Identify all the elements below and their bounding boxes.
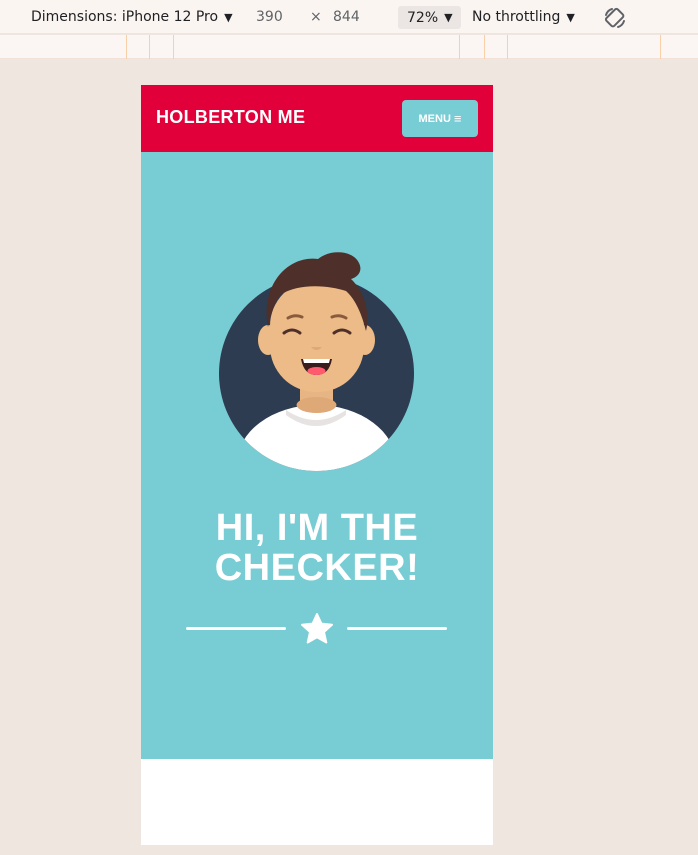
ruler-tick[interactable] bbox=[459, 35, 460, 59]
divider-line-right bbox=[347, 627, 447, 630]
avatar bbox=[219, 252, 414, 471]
viewport-height-input[interactable]: 844 bbox=[325, 6, 383, 28]
ruler-tick[interactable] bbox=[173, 35, 174, 59]
chevron-down-icon: ▼ bbox=[566, 10, 575, 24]
zoom-dropdown[interactable]: 72% ▼ bbox=[398, 6, 461, 29]
menu-button[interactable]: MENU ≡ bbox=[402, 100, 478, 137]
chevron-down-icon: ▼ bbox=[224, 10, 233, 24]
device-dimensions-label: Dimensions: iPhone 12 Pro bbox=[31, 9, 219, 25]
ruler-tick[interactable] bbox=[507, 35, 508, 59]
dimension-separator: × bbox=[310, 9, 322, 25]
star-icon bbox=[301, 613, 333, 644]
hero-title: HI, I'M THE CHECKER! bbox=[141, 508, 493, 588]
hero-title-line-2: CHECKER! bbox=[214, 547, 420, 589]
site-header: HOLBERTON ME MENU ≡ bbox=[141, 85, 493, 152]
throttling-label: No throttling bbox=[472, 9, 561, 25]
device-dimensions-dropdown[interactable]: Dimensions: iPhone 12 Pro ▼ bbox=[31, 0, 233, 34]
throttling-dropdown[interactable]: No throttling ▼ bbox=[472, 0, 575, 34]
chevron-down-icon: ▼ bbox=[444, 11, 453, 24]
ruler-tick[interactable] bbox=[149, 35, 150, 59]
hero-title-line-1: HI, I'M THE bbox=[215, 507, 419, 549]
devtools-device-toolbar: Dimensions: iPhone 12 Pro ▼ 390 × 844 72… bbox=[0, 0, 698, 34]
menu-button-label: MENU bbox=[418, 112, 451, 125]
device-viewport: HOLBERTON ME MENU ≡ HI, I'M THE CHECKER! bbox=[141, 85, 493, 845]
ruler-tick[interactable] bbox=[126, 35, 127, 59]
rotate-icon[interactable] bbox=[603, 6, 627, 30]
divider-line-left bbox=[186, 627, 286, 630]
hamburger-icon: ≡ bbox=[453, 111, 462, 126]
ruler-tick[interactable] bbox=[484, 35, 485, 59]
zoom-value: 72% bbox=[407, 9, 439, 26]
media-query-ruler bbox=[0, 35, 698, 59]
ruler-tick[interactable] bbox=[660, 35, 661, 59]
viewport-width-input[interactable]: 390 bbox=[248, 6, 306, 28]
site-logo[interactable]: HOLBERTON ME bbox=[156, 107, 305, 128]
hero-section: HI, I'M THE CHECKER! bbox=[141, 152, 493, 759]
